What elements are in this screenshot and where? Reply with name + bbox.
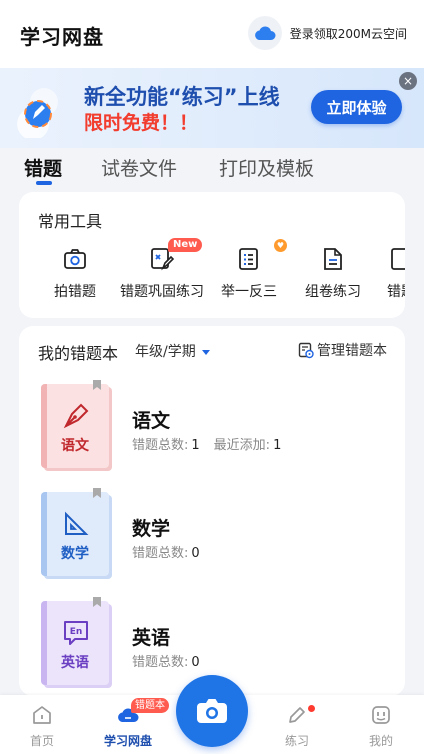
book-cover: 语文: [41, 380, 109, 468]
nav-label: 首页: [29, 734, 54, 748]
manage-icon: [298, 342, 314, 358]
tool-photo-mistake[interactable]: 拍错题: [54, 246, 96, 301]
nav-practice[interactable]: 练习: [262, 695, 332, 754]
subject-name: 数学: [132, 518, 171, 540]
book-cover: En 英语: [41, 597, 109, 685]
book-cover: 数学: [41, 488, 109, 576]
tool-analogy[interactable]: 举一反三: [221, 246, 277, 301]
cloud-promo-text: 登录领取200M云空间: [289, 26, 407, 41]
pencil-icon: [289, 707, 305, 723]
cloud-icon: [247, 16, 282, 50]
tool-label: 组卷练习: [305, 284, 361, 300]
mistake-books-title: 我的错题本: [38, 344, 119, 363]
tool-more[interactable]: 错题: [387, 246, 405, 301]
nav-home[interactable]: 首页: [7, 695, 77, 754]
cloud-login-promo[interactable]: 登录领取200M云空间: [247, 16, 407, 50]
subject-name: 英语: [132, 627, 171, 649]
new-badge: New: [168, 238, 203, 252]
tool-label: 错题巩固练习: [120, 284, 204, 300]
tab-mistakes[interactable]: 错题: [24, 154, 62, 181]
practice-badge-icon: [17, 88, 58, 138]
grade-semester-select[interactable]: 年级/学期: [135, 341, 210, 361]
cover-label: 数学: [61, 546, 89, 562]
tab-print-templates[interactable]: 打印及模板: [219, 154, 314, 181]
en-chat-icon: En: [64, 621, 88, 645]
grade-select-label: 年级/学期: [135, 344, 196, 360]
pen-nib-icon: [63, 403, 89, 429]
page-title: 学习网盘: [20, 25, 104, 49]
nav-label: 我的: [368, 734, 393, 748]
home-icon: [33, 706, 51, 724]
header: 学习网盘 登录领取200M云空间: [0, 0, 424, 68]
book-stats: 错题总数: 0: [132, 546, 200, 561]
book-icon: [391, 248, 405, 270]
tool-mistake-practice[interactable]: 错题巩固练习: [120, 246, 204, 301]
manage-label: 管理错题本: [317, 343, 387, 359]
camera-icon: [197, 699, 227, 723]
book-item-chinese[interactable]: 语文 语文 错题总数: 1 最近添加: 1: [19, 380, 405, 482]
subject-name: 语文: [132, 410, 171, 432]
tab-bar: 错题 试卷文件 打印及模板: [0, 148, 424, 190]
tool-label: 拍错题: [54, 284, 96, 300]
tool-label: 错题: [387, 284, 405, 300]
tab-exam-files[interactable]: 试卷文件: [101, 154, 177, 181]
banner-headline: 新全功能“练习”上线: [84, 85, 280, 109]
nav-profile[interactable]: 我的: [346, 695, 416, 754]
ruler-triangle-icon: [65, 511, 89, 535]
book-item-math[interactable]: 数学 数学 错题总数: 0: [19, 488, 405, 590]
nav-label: 学习网盘: [103, 734, 152, 748]
tool-label: 举一反三: [221, 284, 277, 300]
nav-label: 练习: [284, 734, 309, 748]
my-mistake-books-card: 我的错题本 年级/学期 管理错题本 语文 语文 错题总数:1最近添加:1: [19, 326, 405, 696]
document-icon: [324, 248, 342, 270]
common-tools-card: 常用工具 拍错题 错题巩固练习 New 举一反三 ♥ 组卷练习 错题: [19, 192, 405, 318]
chevron-down-icon: [201, 349, 210, 355]
tools-title: 常用工具: [38, 212, 103, 231]
tab-indicator: [36, 181, 52, 185]
book-stats: 错题总数: 0: [132, 655, 200, 670]
close-icon[interactable]: ×: [399, 72, 417, 90]
banner-subline: 限时免费！！: [84, 112, 199, 134]
try-now-button[interactable]: 立即体验: [311, 90, 402, 124]
list-icon: [239, 248, 258, 270]
camera-button[interactable]: [176, 675, 248, 747]
profile-icon: [372, 706, 390, 724]
svg-text:En: En: [70, 627, 83, 637]
book-stats: 错题总数: 1 最近添加: 1: [132, 438, 282, 453]
cover-label: 英语: [61, 655, 89, 671]
mistake-book-badge: 错题本: [131, 698, 169, 713]
heart-icon: ♥: [274, 239, 287, 252]
manage-books-button[interactable]: 管理错题本: [298, 340, 387, 360]
notification-dot: [308, 705, 315, 712]
app-root: 学习网盘 登录领取200M云空间 新全功能“练习”上线 限时免费！！ 立即体验 …: [0, 0, 424, 754]
camera-icon: [64, 249, 86, 269]
cover-label: 语文: [61, 438, 89, 454]
tool-compose-paper[interactable]: 组卷练习: [305, 246, 361, 301]
